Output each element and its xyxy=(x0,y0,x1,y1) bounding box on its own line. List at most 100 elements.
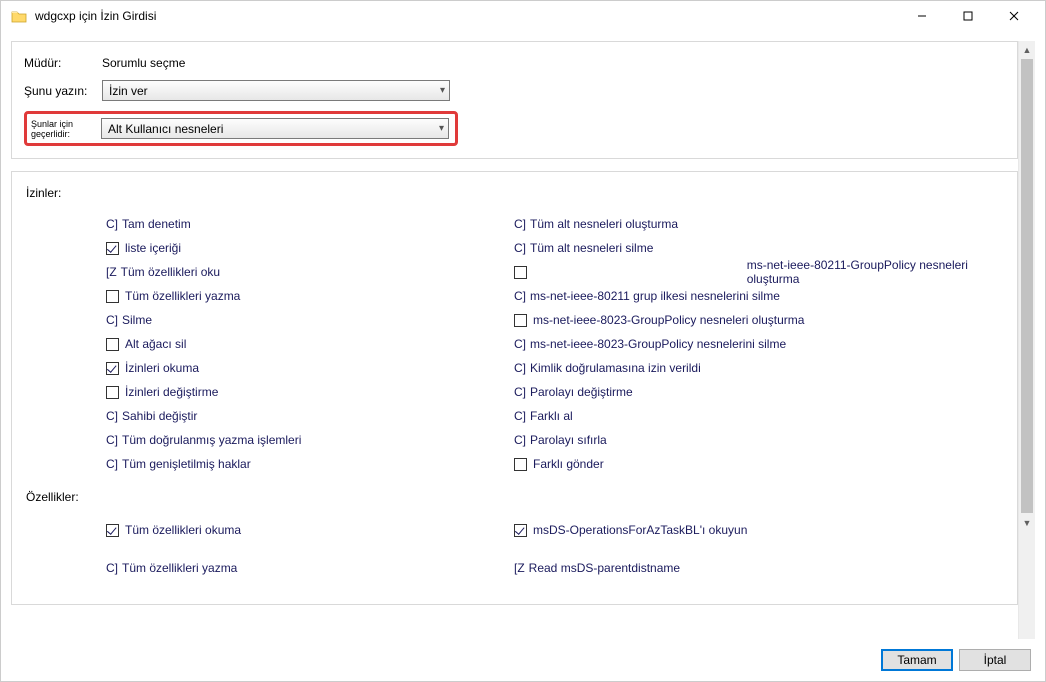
permissions-section-label: İzinler: xyxy=(24,186,1017,200)
applies-value: Alt Kullanıcı nesneleri xyxy=(108,122,223,136)
permission-item[interactable]: C]Sahibi değiştir xyxy=(106,404,514,428)
checkbox-checked-icon[interactable] xyxy=(106,242,119,255)
permission-item[interactable]: C] ms-net-ieee-8023-GroupPolicy nesneleri… xyxy=(514,332,1017,356)
permission-label: ms-net-ieee-80211 grup ilkesi nesnelerin… xyxy=(530,289,780,303)
checkbox-checked-icon[interactable] xyxy=(514,524,527,537)
permission-item[interactable]: C]Silme xyxy=(106,308,514,332)
permission-item[interactable]: C] Tüm özellikleri yazma xyxy=(106,556,514,580)
applies-row: Şunlar için geçerlidir: Alt Kullanıcı ne… xyxy=(24,111,1005,146)
checkbox-checked-icon[interactable] xyxy=(106,524,119,537)
minimize-icon xyxy=(917,11,927,21)
permission-label: ms-net-ieee-8023-GroupPolicy nesneleri o… xyxy=(533,313,804,327)
type-row: Şunu yazın: İzin ver ▾ xyxy=(24,80,1005,101)
checkbox-empty-icon[interactable] xyxy=(106,290,119,303)
permission-item[interactable]: C] ms-net-ieee-80211 grup ilkesi nesneler… xyxy=(514,284,1017,308)
applies-to-highlight: Şunlar için geçerlidir: Alt Kullanıcı ne… xyxy=(24,111,458,146)
item-prefix: C] xyxy=(106,457,118,471)
permission-label: Tüm özellikleri yazma xyxy=(125,289,240,303)
principal-value[interactable]: Sorumlu seçme xyxy=(102,56,185,70)
permission-label: Tüm özellikleri oku xyxy=(121,265,220,279)
permission-item[interactable]: C] Tüm doğrulanmış yazma işlemleri xyxy=(106,428,514,452)
permission-item[interactable]: liste içeriği xyxy=(106,236,514,260)
permission-label: Farklı gönder xyxy=(533,457,604,471)
item-prefix: C] xyxy=(514,217,526,231)
permission-label: Parolayı değiştirme xyxy=(530,385,633,399)
permission-label: Tüm özellikleri yazma xyxy=(122,561,237,575)
cancel-button[interactable]: İptal xyxy=(959,649,1031,671)
permission-label: Tüm doğrulanmış yazma işlemleri xyxy=(122,433,301,447)
permission-item[interactable]: C]Tüm alt nesneleri oluşturma xyxy=(514,212,1017,236)
permission-item[interactable]: ms-net-ieee-8023-GroupPolicy nesneleri o… xyxy=(514,308,1017,332)
window-title: wdgcxp için İzin Girdisi xyxy=(35,9,899,23)
permission-entry-window: wdgcxp için İzin Girdisi Müdür: Sorumlu … xyxy=(0,0,1046,682)
permission-item[interactable]: Farklı gönder xyxy=(514,452,1017,476)
permission-label: Farklı al xyxy=(530,409,573,423)
permission-label: Tüm özellikleri okuma xyxy=(125,523,241,537)
item-prefix: C] xyxy=(106,561,118,575)
checkbox-checked-icon[interactable] xyxy=(106,362,119,375)
type-combobox[interactable]: İzin ver ▾ xyxy=(102,80,450,101)
permission-label: Tüm genişletilmiş haklar xyxy=(122,457,251,471)
item-prefix: C] xyxy=(514,337,526,351)
applies-combobox[interactable]: Alt Kullanıcı nesneleri ▾ xyxy=(101,118,449,139)
permission-item[interactable]: msDS-OperationsForAzTaskBL'ı okuyun xyxy=(514,518,1017,542)
permission-item[interactable]: İzinleri okuma xyxy=(106,356,514,380)
permission-item[interactable]: Alt ağacı sil xyxy=(106,332,514,356)
checkbox-empty-icon[interactable] xyxy=(514,458,527,471)
content-area: Müdür: Sorumlu seçme Şunu yazın: İzin ve… xyxy=(1,31,1045,639)
permission-item[interactable]: İzinleri değiştirme xyxy=(106,380,514,404)
properties-section-label: Özellikler: xyxy=(26,490,1017,504)
item-prefix: C] xyxy=(106,313,118,327)
item-prefix: C] xyxy=(514,409,526,423)
applies-label: Şunlar için geçerlidir: xyxy=(31,119,101,139)
properties-col-right: msDS-OperationsForAzTaskBL'ı okuyun [ZRea… xyxy=(514,518,1017,594)
item-prefix: [Z xyxy=(106,265,117,279)
properties-col-left: Tüm özellikleri okuma C] Tüm özellikleri y… xyxy=(24,518,514,594)
scroll-thumb[interactable] xyxy=(1021,59,1033,513)
permission-item[interactable]: ms-net-ieee-80211-GroupPolicy nesneleri … xyxy=(514,260,1017,284)
chevron-down-icon: ▾ xyxy=(439,123,444,134)
item-prefix: C] xyxy=(106,433,118,447)
item-prefix: C] xyxy=(514,289,526,303)
permission-label: Tüm alt nesneleri silme xyxy=(530,241,653,255)
item-prefix: C] xyxy=(106,409,118,423)
permission-item[interactable]: C]Tam denetim xyxy=(106,212,514,236)
checkbox-empty-icon[interactable] xyxy=(106,386,119,399)
permission-item[interactable]: C]Kimlik doğrulamasına izin verildi xyxy=(514,356,1017,380)
titlebar: wdgcxp için İzin Girdisi xyxy=(1,1,1045,31)
permissions-col-left: C]Tam denetimliste içeriği[ZTüm özellikl… xyxy=(24,212,514,476)
permission-label: İzinleri okuma xyxy=(125,361,199,375)
maximize-button[interactable] xyxy=(945,1,991,31)
permission-item[interactable]: [Z Tüm özellikleri oku xyxy=(106,260,514,284)
permission-item[interactable]: C] Tüm alt nesneleri silme xyxy=(514,236,1017,260)
checkbox-empty-icon[interactable] xyxy=(514,314,527,327)
permission-label: İzinleri değiştirme xyxy=(125,385,218,399)
checkbox-empty-icon[interactable] xyxy=(514,266,527,279)
permission-item[interactable]: [ZRead msDS-parentdistname xyxy=(514,556,1017,580)
permission-item[interactable]: C] Farklı al xyxy=(514,404,1017,428)
permission-item[interactable]: C] Tüm genişletilmiş haklar xyxy=(106,452,514,476)
dialog-footer: Tamam İptal xyxy=(1,639,1045,681)
principal-row: Müdür: Sorumlu seçme xyxy=(24,56,1005,70)
scroll-up-arrow[interactable]: ▲ xyxy=(1019,41,1035,58)
permission-label: liste içeriği xyxy=(125,241,181,255)
item-prefix: C] xyxy=(514,385,526,399)
vertical-scrollbar[interactable]: ▲ ▼ xyxy=(1018,41,1035,639)
item-prefix: C] xyxy=(514,361,526,375)
permission-label: ms-net-ieee-8023-GroupPolicy nesnelerini… xyxy=(530,337,786,351)
chevron-down-icon: ▾ xyxy=(440,85,445,96)
checkbox-empty-icon[interactable] xyxy=(106,338,119,351)
properties-columns: Tüm özellikleri okuma C] Tüm özellikleri y… xyxy=(24,518,1017,594)
permission-item[interactable]: C] Parolayı değiştirme xyxy=(514,380,1017,404)
permissions-panel: İzinler: C]Tam denetimliste içeriği[ZTüm… xyxy=(11,171,1018,605)
permission-item[interactable]: C]Parolayı sıfırla xyxy=(514,428,1017,452)
ok-button[interactable]: Tamam xyxy=(881,649,953,671)
permission-label: Tam denetim xyxy=(122,217,191,231)
permission-item[interactable]: Tüm özellikleri yazma xyxy=(106,284,514,308)
scroll-down-arrow[interactable]: ▼ xyxy=(1019,514,1035,531)
item-prefix: [Z xyxy=(514,561,525,575)
minimize-button[interactable] xyxy=(899,1,945,31)
close-button[interactable] xyxy=(991,1,1037,31)
permission-item[interactable]: Tüm özellikleri okuma xyxy=(106,518,514,542)
item-prefix: C] xyxy=(514,241,526,255)
